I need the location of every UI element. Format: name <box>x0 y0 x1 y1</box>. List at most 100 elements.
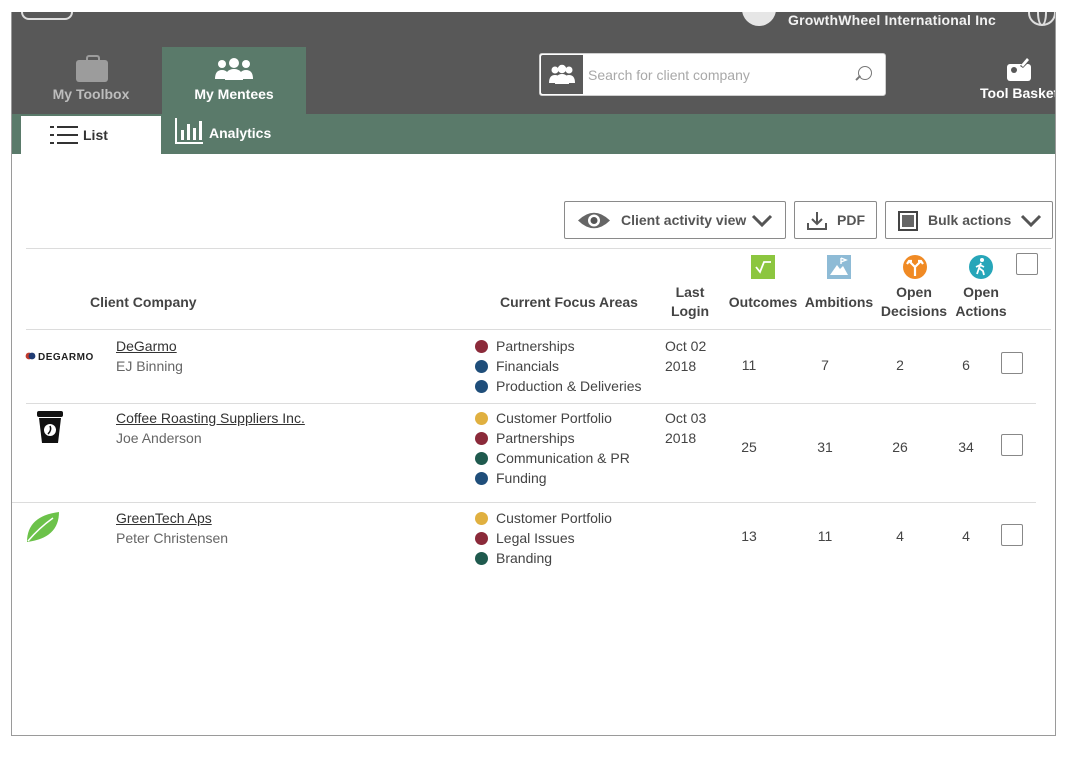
tab-list[interactable]: List <box>21 116 161 154</box>
chart-icon <box>175 118 203 144</box>
focus-area-item: Funding <box>475 468 630 488</box>
focus-dot-icon <box>475 360 488 373</box>
leaf-logo-icon <box>27 512 59 542</box>
header-line: Last <box>675 284 705 300</box>
top-bar: GrowthWheel International Inc My Toolbox… <box>12 12 1055 114</box>
row-checkbox[interactable] <box>1001 434 1023 456</box>
download-icon <box>807 212 827 230</box>
mentees-icon <box>215 58 253 80</box>
open-decisions-count: 2 <box>896 357 904 373</box>
focus-dot-icon <box>475 532 488 545</box>
nav-tab-label: My Mentees <box>194 86 274 102</box>
divider <box>12 502 1036 503</box>
row-checkbox[interactable] <box>1001 352 1023 374</box>
app-window: GrowthWheel International Inc My Toolbox… <box>11 12 1056 736</box>
focus-area-label: Partnerships <box>496 430 575 446</box>
focus-area-item: Branding <box>475 548 612 568</box>
focus-dot-icon <box>475 472 488 485</box>
header-line: Open <box>963 284 999 300</box>
open-actions-count: 34 <box>958 439 974 455</box>
select-all-checkbox[interactable] <box>1016 253 1038 275</box>
button-label: Bulk actions <box>928 212 1012 228</box>
people-filter-icon[interactable] <box>541 55 583 94</box>
column-header-company[interactable]: Client Company <box>90 293 197 312</box>
focus-dot-icon <box>475 512 488 525</box>
focus-dot-icon <box>475 452 488 465</box>
organization-name[interactable]: GrowthWheel International Inc <box>788 12 996 28</box>
header-line: Decisions <box>880 303 948 319</box>
select-square-icon <box>898 211 918 231</box>
column-header-last-login[interactable]: Last Login <box>666 283 714 321</box>
tab-label: List <box>83 127 108 143</box>
toolbox-icon <box>76 55 108 82</box>
nav-tab-label: My Toolbox <box>52 86 130 102</box>
tool-basket-button[interactable]: Tool Basket <box>972 56 1056 112</box>
focus-area-label: Partnerships <box>496 338 575 354</box>
focus-area-item: Legal Issues <box>475 528 612 548</box>
header-line: Open <box>896 284 932 300</box>
list-icon <box>50 126 78 144</box>
focus-area-label: Customer Portfolio <box>496 410 612 426</box>
focus-area-item: Communication & PR <box>475 448 630 468</box>
focus-area-label: Production & Deliveries <box>496 378 642 394</box>
column-header-open-actions[interactable]: Open Actions <box>952 283 1010 321</box>
divider <box>26 329 1051 330</box>
button-label: PDF <box>837 212 865 228</box>
header-line: Login <box>670 303 710 319</box>
outcomes-count: 13 <box>741 528 757 544</box>
actions-walking-icon <box>969 255 993 279</box>
chevron-down-icon <box>751 214 773 228</box>
company-name-link[interactable]: DeGarmo <box>116 338 177 354</box>
focus-area-label: Financials <box>496 358 560 374</box>
column-header-outcomes[interactable]: Outcomes <box>728 293 798 312</box>
focus-area-item: Partnerships <box>475 428 630 448</box>
company-name-link[interactable]: Coffee Roasting Suppliers Inc. <box>116 410 305 426</box>
login-year: 2018 <box>665 430 697 446</box>
last-login: Oct 02 2018 <box>665 336 706 376</box>
open-actions-count: 6 <box>962 357 970 373</box>
open-decisions-count: 26 <box>892 439 908 455</box>
degarmo-logo-icon: DEGARMO <box>25 352 93 363</box>
company-name-link[interactable]: GreenTech Aps <box>116 510 212 526</box>
eye-icon <box>578 212 610 229</box>
focus-dot-icon <box>475 412 488 425</box>
focus-areas: Customer Portfolio Partnerships Communic… <box>475 408 630 488</box>
outcomes-count: 25 <box>741 439 757 455</box>
user-avatar-icon[interactable] <box>742 12 776 26</box>
column-header-focus-areas[interactable]: Current Focus Areas <box>500 293 638 312</box>
focus-area-label: Branding <box>496 550 553 566</box>
column-header-open-decisions[interactable]: Open Decisions <box>878 283 950 321</box>
people-icon <box>549 64 575 84</box>
ambitions-count: 7 <box>821 357 829 373</box>
open-decisions-count: 4 <box>896 528 904 544</box>
focus-area-label: Customer Portfolio <box>496 510 612 526</box>
search-input[interactable] <box>586 56 850 94</box>
pdf-download-button[interactable]: PDF <box>794 201 877 239</box>
tab-analytics[interactable]: Analytics <box>161 114 301 154</box>
chevron-down-icon <box>1020 214 1042 228</box>
globe-icon[interactable] <box>1028 12 1055 26</box>
company-logo <box>25 510 61 549</box>
focus-dot-icon <box>475 340 488 353</box>
column-header-ambitions[interactable]: Ambitions <box>804 293 874 312</box>
client-activity-view-dropdown[interactable]: Client activity view <box>564 201 786 239</box>
focus-dot-icon <box>475 552 488 565</box>
nav-tab-my-toolbox[interactable]: My Toolbox <box>19 47 163 114</box>
search-icon[interactable] <box>858 66 872 80</box>
focus-area-label: Communication & PR <box>496 450 630 466</box>
ambitions-count: 11 <box>817 528 833 544</box>
outcomes-count: 11 <box>741 357 757 373</box>
button-label: Client activity view <box>621 212 747 228</box>
app-logo-icon[interactable] <box>21 12 73 20</box>
nav-tab-my-mentees[interactable]: My Mentees <box>162 47 306 114</box>
bulk-actions-dropdown[interactable]: Bulk actions <box>885 201 1053 239</box>
decisions-fork-icon <box>903 255 927 279</box>
focus-area-item: Financials <box>475 356 642 376</box>
row-checkbox[interactable] <box>1001 524 1023 546</box>
tool-basket-label: Tool Basket <box>980 85 1056 101</box>
focus-areas: Customer Portfolio Legal Issues Branding <box>475 508 612 568</box>
divider <box>26 248 1051 249</box>
focus-area-item: Customer Portfolio <box>475 408 630 428</box>
ambitions-mountain-icon <box>827 255 851 279</box>
focus-area-label: Funding <box>496 470 547 486</box>
